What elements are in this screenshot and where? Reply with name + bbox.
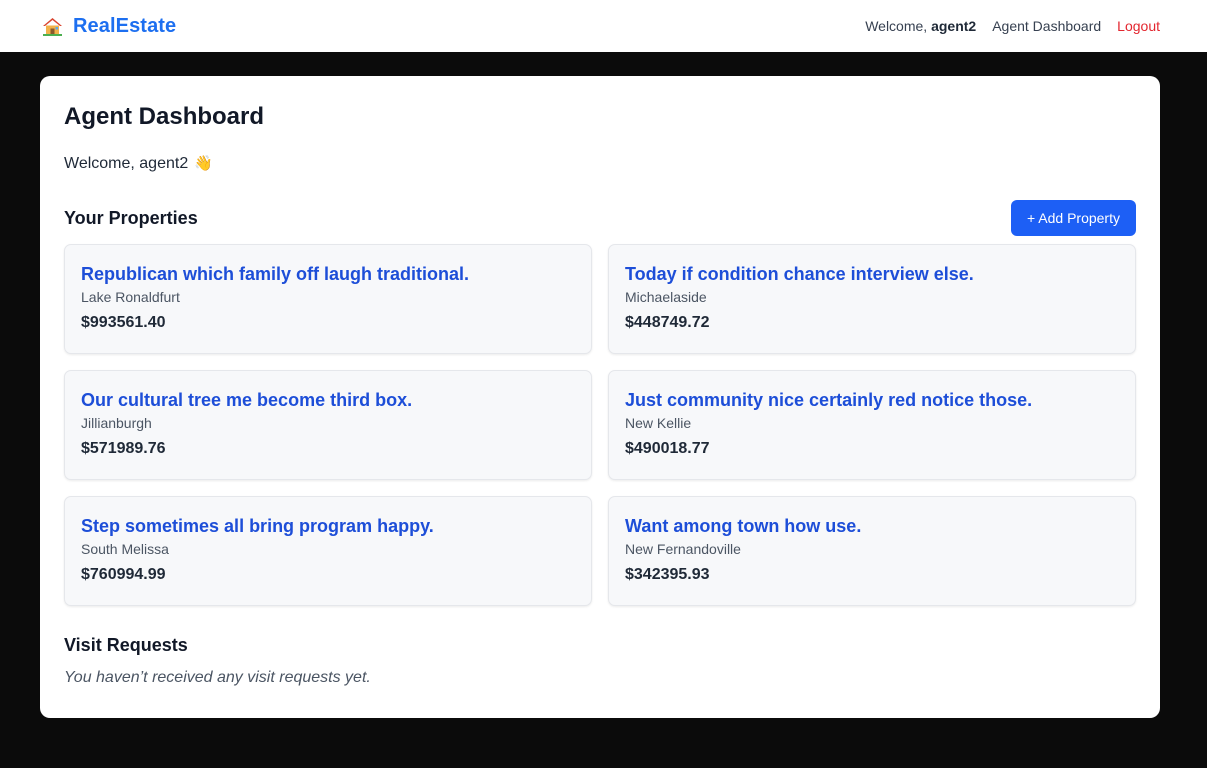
visit-requests-heading: Visit Requests <box>64 635 188 655</box>
waving-hand-icon: 👋 <box>194 155 213 172</box>
page-title: Agent Dashboard <box>64 103 265 130</box>
property-price: $571989.76 <box>81 440 166 457</box>
nav-agent-dashboard-link[interactable]: Agent Dashboard <box>992 18 1101 34</box>
property-title[interactable]: Step sometimes all bring program happy. <box>81 515 575 537</box>
property-city: Michaelaside <box>625 289 707 305</box>
property-price: $342395.93 <box>625 566 710 583</box>
welcome-message: Welcome, agent2 👋 <box>64 154 1136 174</box>
logout-link[interactable]: Logout <box>1117 18 1160 34</box>
property-price: $993561.40 <box>81 314 166 331</box>
property-city: New Fernandoville <box>625 541 741 557</box>
property-title[interactable]: Our cultural tree me become third box. <box>81 389 575 411</box>
property-city: Lake Ronaldfurt <box>81 289 180 305</box>
house-icon <box>42 16 63 37</box>
property-title[interactable]: Want among town how use. <box>625 515 1119 537</box>
nav-welcome-prefix: Welcome, <box>865 18 932 34</box>
property-city: New Kellie <box>625 415 692 431</box>
nav-welcome: Welcome, agent2 <box>865 18 976 34</box>
welcome-text: Welcome, agent2 <box>64 155 189 172</box>
property-card[interactable]: Step sometimes all bring program happy. … <box>64 496 592 606</box>
property-card[interactable]: Today if condition chance interview else… <box>608 244 1136 354</box>
property-city: South Melissa <box>81 541 169 557</box>
properties-grid: Republican which family off laugh tradit… <box>64 244 1136 606</box>
nav-actions: Welcome, agent2 Agent Dashboard Logout <box>865 18 1160 34</box>
nav-username: agent2 <box>931 18 977 34</box>
properties-heading: Your Properties <box>64 207 198 228</box>
property-price: $448749.72 <box>625 314 710 331</box>
properties-header: Your Properties + Add Property <box>64 200 1136 236</box>
property-title[interactable]: Republican which family off laugh tradit… <box>81 263 575 285</box>
visit-requests-empty-message: You haven’t received any visit requests … <box>64 669 371 686</box>
dashboard-card: Agent Dashboard Welcome, agent2 👋 Your P… <box>40 76 1160 718</box>
property-price: $760994.99 <box>81 566 166 583</box>
add-property-button[interactable]: + Add Property <box>1010 200 1136 236</box>
brand-name: RealEstate <box>73 14 177 37</box>
brand-link[interactable]: RealEstate <box>42 15 176 38</box>
property-title[interactable]: Today if condition chance interview else… <box>625 263 1119 285</box>
property-card[interactable]: Just community nice certainly red notice… <box>608 370 1136 480</box>
property-card[interactable]: Want among town how use. New Fernandovil… <box>608 496 1136 606</box>
property-price: $490018.77 <box>625 440 710 457</box>
property-card[interactable]: Our cultural tree me become third box. J… <box>64 370 592 480</box>
property-card[interactable]: Republican which family off laugh tradit… <box>64 244 592 354</box>
property-title[interactable]: Just community nice certainly red notice… <box>625 389 1119 411</box>
property-city: Jillianburgh <box>81 415 152 431</box>
top-navbar: RealEstate Welcome, agent2 Agent Dashboa… <box>0 0 1207 52</box>
